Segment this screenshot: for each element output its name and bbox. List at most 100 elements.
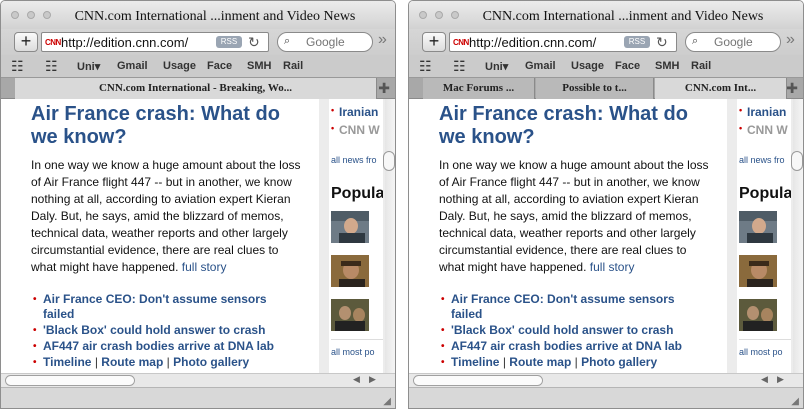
close-window-icon[interactable]	[11, 11, 19, 19]
news-thumbnail[interactable]	[739, 255, 777, 287]
divider	[331, 339, 383, 340]
related-link[interactable]: AF447 air crash bodies arrive at DNA lab	[439, 339, 709, 354]
all-most-popular-link[interactable]: all most po	[739, 347, 783, 357]
scroll-right-icon[interactable]: ▶	[369, 374, 376, 385]
show-bookmarks-icon[interactable]: ☷	[11, 58, 24, 75]
new-tab-icon[interactable]: ✚	[786, 80, 798, 97]
search-icon: ⌕	[284, 35, 291, 47]
bookmark-smh[interactable]: SMH	[655, 60, 679, 72]
reload-icon[interactable]: ↻	[656, 34, 668, 51]
sidebar: Iranian CNN W all news fro Popula	[329, 99, 383, 373]
close-window-icon[interactable]	[419, 11, 427, 19]
url-text[interactable]: http://edition.cnn.com/	[61, 35, 188, 50]
bookmark-gmail[interactable]: Gmail	[525, 60, 556, 72]
related-link[interactable]: AF447 air crash bodies arrive at DNA lab	[31, 339, 301, 354]
bookmark-face[interactable]: Face	[615, 60, 640, 72]
horizontal-scrollbar[interactable]: ◀ ▶	[409, 373, 803, 387]
related-link[interactable]: 'Black Box' could hold answer to crash	[439, 323, 709, 338]
related-link[interactable]: Air France CEO: Don't assume sensors fai…	[31, 292, 301, 322]
article-headline[interactable]: Air France crash: What do we know?	[31, 103, 301, 149]
top-sites-grid-icon[interactable]: ☷	[45, 58, 58, 75]
route-map-link[interactable]: Route map	[101, 355, 163, 369]
bookmark-smh[interactable]: SMH	[247, 60, 271, 72]
toolbar-overflow-icon[interactable]: »	[786, 31, 795, 49]
bookmark-usage[interactable]: Usage	[571, 60, 604, 72]
sidebar-link-cnn[interactable]: CNN W	[739, 123, 788, 137]
search-field[interactable]: ⌕	[685, 32, 781, 52]
route-map-link[interactable]: Route map	[509, 355, 571, 369]
add-bookmark-button[interactable]: +	[422, 32, 446, 52]
related-link[interactable]: 'Black Box' could hold answer to crash	[31, 323, 301, 338]
page-content: Air France crash: What do we know? In on…	[1, 99, 395, 373]
browser-window-right: CNN.com International ...inment and Vide…	[408, 0, 804, 409]
scroll-left-icon[interactable]: ◀	[761, 374, 768, 385]
sidebar-link-cnn[interactable]: CNN W	[331, 123, 380, 137]
vertical-scrollbar[interactable]	[383, 99, 395, 373]
minimize-window-icon[interactable]	[27, 11, 35, 19]
sidebar-link-iranian[interactable]: Iranian	[739, 105, 786, 119]
sidebar-link-iranian[interactable]: Iranian	[331, 105, 378, 119]
all-news-link[interactable]: all news fro	[739, 155, 785, 165]
photo-gallery-link[interactable]: Photo gallery	[173, 355, 249, 369]
new-tab-icon[interactable]: ✚	[378, 80, 390, 97]
resize-grip-icon[interactable]: ◢	[383, 396, 391, 407]
news-thumbnail[interactable]	[331, 211, 369, 243]
show-bookmarks-icon[interactable]: ☷	[419, 58, 432, 75]
browser-window-left: CNN.com International ...inment and Vide…	[0, 0, 396, 409]
horizontal-scroll-thumb[interactable]	[413, 375, 543, 386]
address-bar[interactable]: CNN http://edition.cnn.com/ RSS ↻	[449, 32, 677, 52]
add-bookmark-button[interactable]: +	[14, 32, 38, 52]
title-bar: CNN.com International ...inment and Vide…	[1, 1, 395, 29]
bookmark-rail[interactable]: Rail	[283, 60, 303, 72]
url-text[interactable]: http://edition.cnn.com/	[469, 35, 596, 50]
tab-possible[interactable]: Possible to t...	[536, 78, 654, 99]
page-content: Air France crash: What do we know? In on…	[409, 99, 803, 373]
address-bar[interactable]: CNN http://edition.cnn.com/ RSS ↻	[41, 32, 269, 52]
search-input[interactable]	[714, 34, 776, 50]
vertical-scroll-thumb[interactable]	[791, 151, 803, 171]
timeline-link[interactable]: Timeline	[451, 355, 499, 369]
bookmark-rail[interactable]: Rail	[691, 60, 711, 72]
horizontal-scroll-thumb[interactable]	[5, 375, 135, 386]
search-icon: ⌕	[692, 35, 699, 47]
news-thumbnail[interactable]	[739, 299, 777, 331]
photo-gallery-link[interactable]: Photo gallery	[581, 355, 657, 369]
scroll-left-icon[interactable]: ◀	[353, 374, 360, 385]
tab-cnn[interactable]: CNN.com International - Breaking, Wo...	[15, 78, 377, 99]
full-story-link[interactable]: full story	[182, 260, 227, 274]
scroll-right-icon[interactable]: ▶	[777, 374, 784, 385]
rss-button[interactable]: RSS	[624, 36, 650, 48]
search-input[interactable]	[306, 34, 368, 50]
tab-mac-forums[interactable]: Mac Forums ...	[423, 78, 535, 99]
rss-button[interactable]: RSS	[216, 36, 242, 48]
news-thumbnail[interactable]	[739, 211, 777, 243]
bookmark-uni[interactable]: Uni▾	[77, 60, 100, 73]
related-link[interactable]: Air France CEO: Don't assume sensors fai…	[439, 292, 709, 322]
title-bar: CNN.com International ...inment and Vide…	[409, 1, 803, 29]
bookmark-uni[interactable]: Uni▾	[485, 60, 508, 73]
vertical-scroll-thumb[interactable]	[383, 151, 395, 171]
search-field[interactable]: ⌕	[277, 32, 373, 52]
popular-heading: Popula	[739, 185, 791, 202]
tab-cnn[interactable]: CNN.com Int...	[655, 78, 787, 99]
all-most-popular-link[interactable]: all most po	[331, 347, 375, 357]
horizontal-scrollbar[interactable]: ◀ ▶	[1, 373, 395, 387]
timeline-link[interactable]: Timeline	[43, 355, 91, 369]
bookmark-gmail[interactable]: Gmail	[117, 60, 148, 72]
separator: |	[574, 355, 578, 369]
bookmark-face[interactable]: Face	[207, 60, 232, 72]
top-sites-grid-icon[interactable]: ☷	[453, 58, 466, 75]
minimize-window-icon[interactable]	[435, 11, 443, 19]
article-body-text: In one way we know a huge amount about t…	[31, 158, 301, 274]
news-thumbnail[interactable]	[331, 255, 369, 287]
full-story-link[interactable]: full story	[590, 260, 635, 274]
bookmark-usage[interactable]: Usage	[163, 60, 196, 72]
all-news-link[interactable]: all news fro	[331, 155, 377, 165]
reload-icon[interactable]: ↻	[248, 34, 260, 51]
resize-grip-icon[interactable]: ◢	[791, 396, 799, 407]
toolbar-overflow-icon[interactable]: »	[378, 31, 387, 49]
bookmarks-bar: ☷ ☷ Uni▾ Gmail Usage Face SMH Rail	[409, 55, 803, 77]
article-headline[interactable]: Air France crash: What do we know?	[439, 103, 709, 149]
news-thumbnail[interactable]	[331, 299, 369, 331]
vertical-scrollbar[interactable]	[791, 99, 803, 373]
